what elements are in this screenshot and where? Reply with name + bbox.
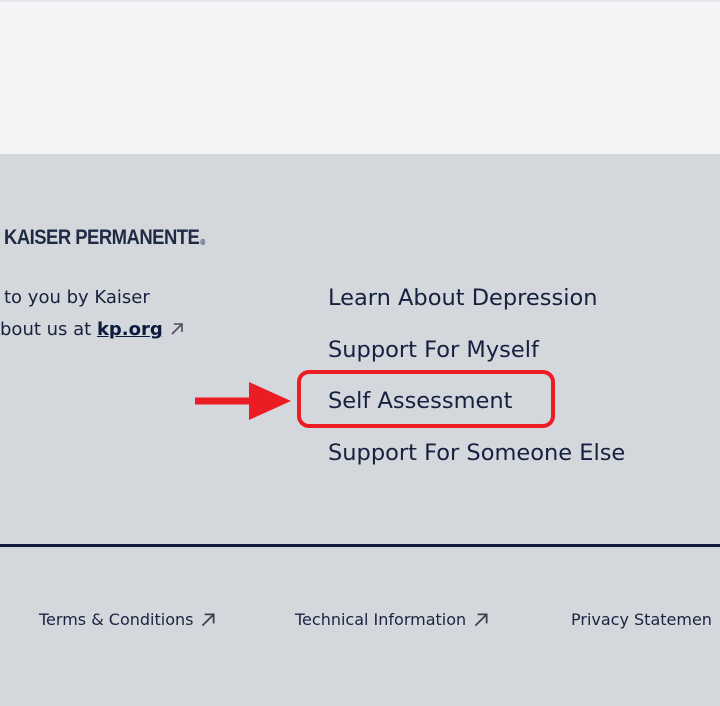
content-card-edge bbox=[0, 0, 720, 2]
nav-item-learn-about-depression[interactable]: Learn About Depression bbox=[328, 278, 625, 330]
site-footer: KAISER PERMANENTE® to you by Kaiser bout… bbox=[0, 154, 720, 706]
privacy-statement-link[interactable]: Privacy Statemen bbox=[571, 610, 712, 629]
terms-and-conditions-link[interactable]: Terms & Conditions bbox=[39, 610, 217, 629]
about-text: to you by Kaiser bout us at kp.org bbox=[0, 282, 300, 346]
privacy-label: Privacy Statemen bbox=[571, 610, 712, 629]
kaiser-permanente-logo[interactable]: KAISER PERMANENTE® bbox=[4, 226, 205, 250]
technical-label: Technical Information bbox=[295, 610, 467, 629]
terms-label: Terms & Conditions bbox=[39, 610, 194, 629]
kp-org-link[interactable]: kp.org bbox=[97, 319, 163, 340]
external-link-icon bbox=[202, 613, 215, 627]
red-arrow-icon bbox=[195, 382, 291, 420]
about-line-2-prefix: bout us at bbox=[0, 319, 97, 340]
external-link-icon bbox=[474, 613, 488, 627]
registered-mark: ® bbox=[200, 238, 206, 247]
top-content-area bbox=[0, 0, 720, 154]
nav-item-support-for-someone-else[interactable]: Support For Someone Else bbox=[328, 433, 625, 485]
about-line-1: to you by Kaiser bbox=[4, 287, 150, 308]
highlight-box bbox=[297, 370, 555, 428]
page: KAISER PERMANENTE® to you by Kaiser bout… bbox=[0, 0, 720, 706]
external-link-icon bbox=[171, 323, 183, 335]
technical-information-link[interactable]: Technical Information bbox=[295, 610, 490, 629]
brand-name: KAISER PERMANENTE bbox=[4, 226, 200, 249]
about-line-2: bout us at kp.org bbox=[0, 314, 300, 346]
footer-divider bbox=[0, 544, 720, 547]
